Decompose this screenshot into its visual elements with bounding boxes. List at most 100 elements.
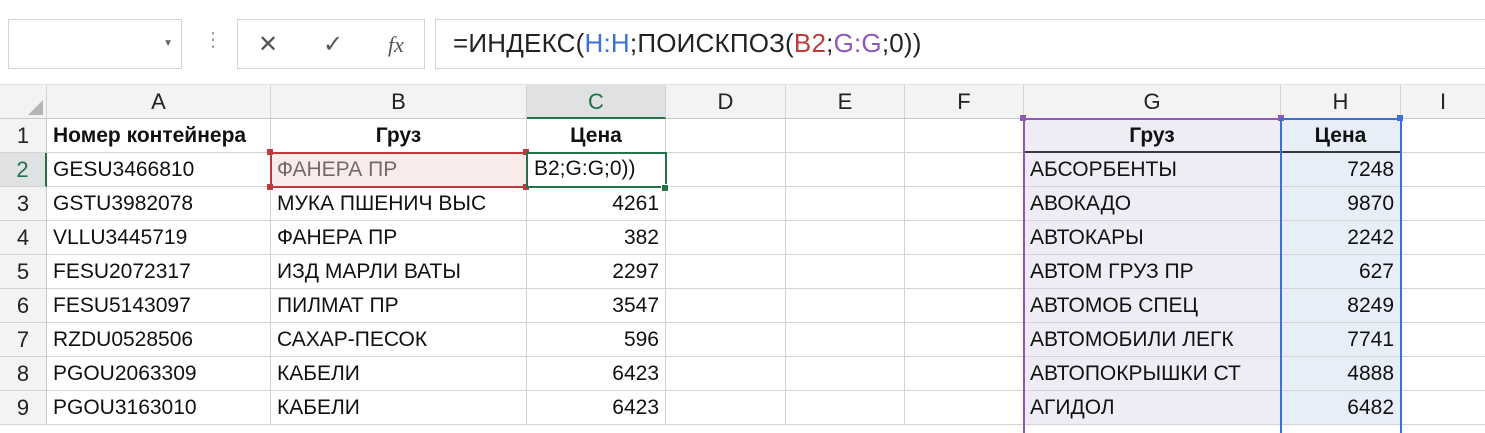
row-header-7[interactable]: 7 — [0, 323, 47, 357]
cell-a7[interactable]: RZDU0528506 — [47, 323, 271, 357]
column-header-a[interactable]: A — [47, 85, 271, 119]
cell-d9[interactable] — [666, 391, 786, 425]
cancel-icon[interactable]: ✕ — [253, 30, 283, 59]
cell-e8[interactable] — [786, 357, 905, 391]
row-header-6[interactable]: 6 — [0, 289, 47, 323]
cell-c6[interactable]: 3547 — [527, 289, 666, 323]
cell-i6[interactable] — [1401, 289, 1485, 323]
range-handle[interactable] — [1020, 115, 1026, 121]
cell-f6[interactable] — [905, 289, 1024, 323]
cell-c3[interactable]: 4261 — [527, 187, 666, 221]
cell-c1[interactable]: Цена — [527, 119, 666, 153]
drag-handle-icon[interactable]: ⋮ — [203, 30, 223, 50]
cell-i5[interactable] — [1401, 255, 1485, 289]
cell-c7[interactable]: 596 — [527, 323, 666, 357]
formula-text: =ИНДЕКС(H:H;ПОИСКПОЗ(B2;G:G;0)) — [453, 28, 922, 58]
range-handle[interactable] — [267, 184, 273, 190]
formula-input[interactable]: =ИНДЕКС(H:H;ПОИСКПОЗ(B2;G:G;0)) — [435, 19, 1485, 69]
cell-b7[interactable]: САХАР-ПЕСОК — [271, 323, 527, 357]
column-header-h[interactable]: H — [1281, 85, 1401, 119]
cell-f3[interactable] — [905, 187, 1024, 221]
row-header-1[interactable]: 1 — [0, 119, 47, 153]
range-handle[interactable] — [1397, 115, 1403, 121]
active-cell-c2[interactable]: B2;G:G;0)) — [526, 152, 667, 188]
column-header-d[interactable]: D — [666, 85, 786, 119]
cell-c5[interactable]: 2297 — [527, 255, 666, 289]
select-all-triangle-icon — [28, 100, 43, 115]
row-header-8[interactable]: 8 — [0, 357, 47, 391]
column-header-b[interactable]: B — [271, 85, 527, 119]
cell-e2[interactable] — [786, 153, 905, 187]
cell-i1[interactable] — [1401, 119, 1485, 153]
formula-bar: ▼ ⋮ ✕ ✓ fx =ИНДЕКС(H:H;ПОИСКПОЗ(B2;G:G;0… — [0, 0, 1485, 84]
formula-buttons: ✕ ✓ fx — [237, 19, 425, 69]
cell-a5[interactable]: FESU2072317 — [47, 255, 271, 289]
column-header-g[interactable]: G — [1024, 85, 1281, 119]
row-header-5[interactable]: 5 — [0, 255, 47, 289]
cell-e1[interactable] — [786, 119, 905, 153]
cell-i3[interactable] — [1401, 187, 1485, 221]
cell-b5[interactable]: ИЗД МАРЛИ ВАТЫ — [271, 255, 527, 289]
cell-c8[interactable]: 6423 — [527, 357, 666, 391]
range-handle[interactable] — [267, 149, 273, 155]
cell-b3[interactable]: МУКА ПШЕНИЧ ВЫС — [271, 187, 527, 221]
cell-e9[interactable] — [786, 391, 905, 425]
cell-d8[interactable] — [666, 357, 786, 391]
cell-b8[interactable]: КАБЕЛИ — [271, 357, 527, 391]
cell-f5[interactable] — [905, 255, 1024, 289]
cell-e7[interactable] — [786, 323, 905, 357]
select-all-button[interactable] — [0, 85, 47, 119]
insert-function-button[interactable]: fx — [381, 32, 411, 58]
cell-a6[interactable]: FESU5143097 — [47, 289, 271, 323]
cell-b6[interactable]: ПИЛМАТ ПР — [271, 289, 527, 323]
cell-e6[interactable] — [786, 289, 905, 323]
cell-e5[interactable] — [786, 255, 905, 289]
cell-f7[interactable] — [905, 323, 1024, 357]
cell-i8[interactable] — [1401, 357, 1485, 391]
row-header-4[interactable]: 4 — [0, 221, 47, 255]
cell-d4[interactable] — [666, 221, 786, 255]
cell-d2[interactable] — [666, 153, 786, 187]
cell-a1[interactable]: Номер контейнера — [47, 119, 271, 153]
name-box[interactable]: ▼ — [8, 19, 182, 69]
cell-b1[interactable]: Груз — [271, 119, 527, 153]
spreadsheet-grid: A B C D E F G H I 1 2 3 4 5 6 7 8 9 Номе… — [0, 85, 1485, 433]
reference-highlight-h — [1280, 118, 1402, 433]
row-header-2[interactable]: 2 — [0, 153, 47, 187]
column-header-e[interactable]: E — [786, 85, 905, 119]
cell-c4[interactable]: 382 — [527, 221, 666, 255]
cell-f2[interactable] — [905, 153, 1024, 187]
cell-i7[interactable] — [1401, 323, 1485, 357]
cell-c9[interactable]: 6423 — [527, 391, 666, 425]
cell-i2[interactable] — [1401, 153, 1485, 187]
column-header-i[interactable]: I — [1401, 85, 1485, 119]
cell-a2[interactable]: GESU3466810 — [47, 153, 271, 187]
fill-handle[interactable] — [661, 184, 669, 192]
cell-b4[interactable]: ФАНЕРА ПР — [271, 221, 527, 255]
cell-d7[interactable] — [666, 323, 786, 357]
cell-e4[interactable] — [786, 221, 905, 255]
column-header-f[interactable]: F — [905, 85, 1024, 119]
cell-a4[interactable]: VLLU3445719 — [47, 221, 271, 255]
cell-d6[interactable] — [666, 289, 786, 323]
cell-a8[interactable]: PGOU2063309 — [47, 357, 271, 391]
cell-a9[interactable]: PGOU3163010 — [47, 391, 271, 425]
cell-f8[interactable] — [905, 357, 1024, 391]
cell-d1[interactable] — [666, 119, 786, 153]
cell-f1[interactable] — [905, 119, 1024, 153]
cell-b9[interactable]: КАБЕЛИ — [271, 391, 527, 425]
reference-highlight-b2 — [270, 152, 528, 188]
cell-i9[interactable] — [1401, 391, 1485, 425]
cell-e3[interactable] — [786, 187, 905, 221]
chevron-down-icon[interactable]: ▼ — [163, 38, 173, 49]
column-header-c[interactable]: C — [527, 85, 666, 119]
enter-icon[interactable]: ✓ — [318, 30, 348, 59]
cell-f4[interactable] — [905, 221, 1024, 255]
cell-i4[interactable] — [1401, 221, 1485, 255]
cell-f9[interactable] — [905, 391, 1024, 425]
cell-d5[interactable] — [666, 255, 786, 289]
row-header-9[interactable]: 9 — [0, 391, 47, 425]
cell-a3[interactable]: GSTU3982078 — [47, 187, 271, 221]
row-header-3[interactable]: 3 — [0, 187, 47, 221]
cell-d3[interactable] — [666, 187, 786, 221]
